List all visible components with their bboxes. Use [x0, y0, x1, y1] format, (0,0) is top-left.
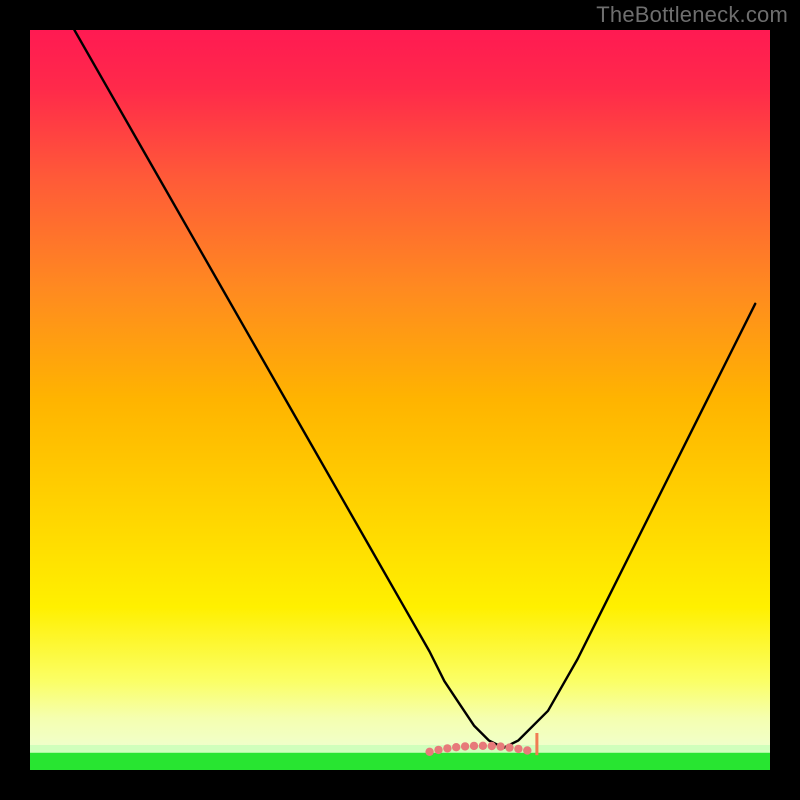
- bottleneck-chart: [0, 0, 800, 800]
- chart-frame: TheBottleneck.com: [0, 0, 800, 800]
- green-band-highlight: [30, 745, 770, 753]
- plot-background: [30, 30, 770, 770]
- watermark-label: TheBottleneck.com: [596, 2, 788, 28]
- green-band: [30, 752, 770, 770]
